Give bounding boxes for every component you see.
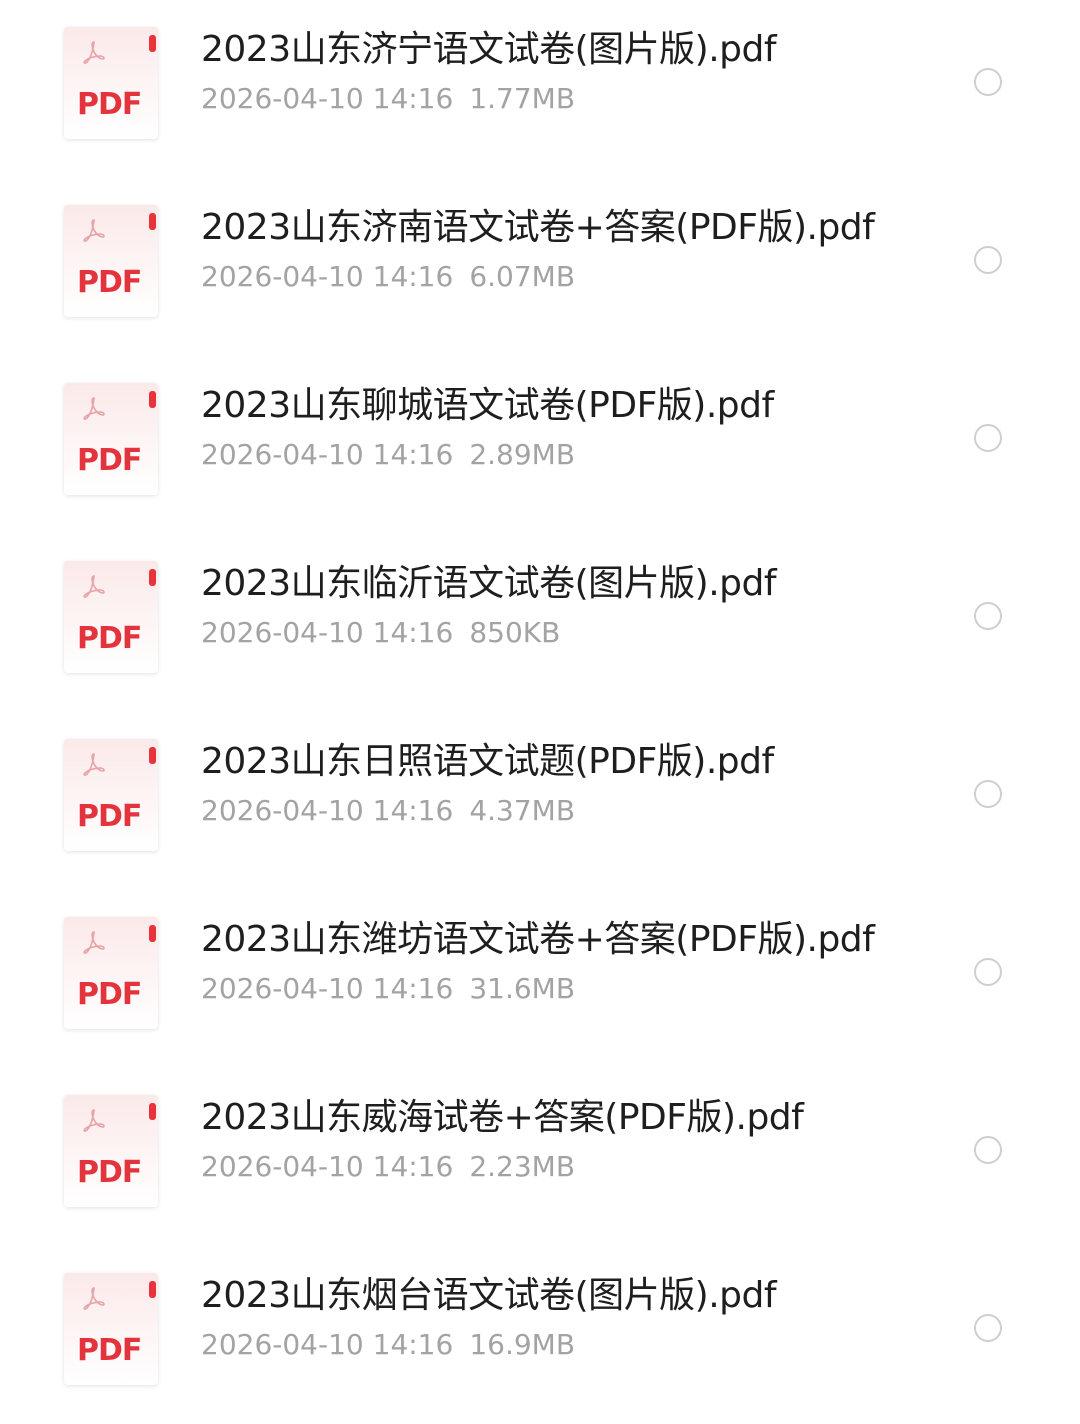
pdf-icon-label: PDF [77,1333,142,1368]
file-meta: 2026-04-10 14:16 2.89MB [201,438,575,471]
red-corner-mark [149,213,156,230]
file-name[interactable]: 2023山东临沂语文试卷(图片版).pdf [201,554,777,606]
acrobat-icon [83,41,105,64]
pdf-icon-label: PDF [77,1155,142,1190]
file-meta: 2026-04-10 14:16 31.6MB [201,972,575,1005]
file-meta: 2026-04-10 14:16 850KB [201,616,560,649]
red-corner-mark [149,747,156,764]
pdf-file-icon: PDF [64,205,158,317]
red-corner-mark [149,1103,156,1120]
file-date: 2026-04-10 14:16 [201,794,454,827]
select-radio[interactable] [974,424,1002,452]
file-date: 2026-04-10 14:16 [201,82,454,115]
select-radio[interactable] [974,958,1002,986]
file-name[interactable]: 2023山东济宁语文试卷(图片版).pdf [201,20,777,72]
file-name[interactable]: 2023山东潍坊语文试卷+答案(PDF版).pdf [201,910,875,962]
file-name[interactable]: 2023山东烟台语文试卷(图片版).pdf [201,1266,777,1318]
select-radio[interactable] [974,780,1002,808]
red-corner-mark [149,925,156,942]
pdf-icon-label: PDF [77,799,142,834]
select-radio[interactable] [974,1136,1002,1164]
pdf-icon-label: PDF [77,87,142,122]
acrobat-icon [83,397,105,420]
pdf-file-icon: PDF [64,1095,158,1207]
pdf-file-icon: PDF [64,1273,158,1385]
file-meta: 2026-04-10 14:16 16.9MB [201,1328,575,1361]
file-row[interactable]: PDF 2023山东临沂语文试卷(图片版).pdf 2026-04-10 14:… [0,534,1080,712]
file-date: 2026-04-10 14:16 [201,438,454,471]
file-row[interactable]: PDF 2023山东烟台语文试卷(图片版).pdf 2026-04-10 14:… [0,1246,1080,1424]
acrobat-icon [83,931,105,954]
file-name[interactable]: 2023山东聊城语文试卷(PDF版).pdf [201,376,774,428]
file-row[interactable]: PDF 2023山东济宁语文试卷(图片版).pdf 2026-04-10 14:… [0,0,1080,178]
file-size: 2.23MB [469,1150,576,1183]
pdf-file-icon: PDF [64,917,158,1029]
pdf-icon-label: PDF [77,977,142,1012]
file-row[interactable]: PDF 2023山东日照语文试题(PDF版).pdf 2026-04-10 14… [0,712,1080,890]
file-size: 2.89MB [469,438,576,471]
file-date: 2026-04-10 14:16 [201,260,454,293]
file-name[interactable]: 2023山东日照语文试题(PDF版).pdf [201,732,774,784]
file-size: 31.6MB [469,972,576,1005]
file-name[interactable]: 2023山东济南语文试卷+答案(PDF版).pdf [201,198,875,250]
select-radio[interactable] [974,602,1002,630]
red-corner-mark [149,569,156,586]
red-corner-mark [149,35,156,52]
select-radio[interactable] [974,246,1002,274]
file-meta: 2026-04-10 14:16 6.07MB [201,260,575,293]
pdf-icon-label: PDF [77,443,142,478]
file-date: 2026-04-10 14:16 [201,1150,454,1183]
file-row[interactable]: PDF 2023山东威海试卷+答案(PDF版).pdf 2026-04-10 1… [0,1068,1080,1246]
select-radio[interactable] [974,1314,1002,1342]
pdf-icon-label: PDF [77,621,142,656]
file-size: 4.37MB [469,794,576,827]
file-size: 16.9MB [469,1328,576,1361]
file-meta: 2026-04-10 14:16 2.23MB [201,1150,575,1183]
acrobat-icon [83,219,105,242]
acrobat-icon [83,1287,105,1310]
file-list: PDF 2023山东济宁语文试卷(图片版).pdf 2026-04-10 14:… [0,0,1080,1404]
file-row[interactable]: PDF 2023山东聊城语文试卷(PDF版).pdf 2026-04-10 14… [0,356,1080,534]
pdf-file-icon: PDF [64,561,158,673]
file-row[interactable]: PDF 2023山东济南语文试卷+答案(PDF版).pdf 2026-04-10… [0,178,1080,356]
file-date: 2026-04-10 14:16 [201,1328,454,1361]
pdf-file-icon: PDF [64,383,158,495]
acrobat-icon [83,753,105,776]
select-radio[interactable] [974,68,1002,96]
pdf-icon-label: PDF [77,265,142,300]
pdf-file-icon: PDF [64,739,158,851]
file-size: 6.07MB [469,260,576,293]
pdf-file-icon: PDF [64,27,158,139]
file-size: 1.77MB [469,82,576,115]
file-name[interactable]: 2023山东威海试卷+答案(PDF版).pdf [201,1088,804,1140]
file-meta: 2026-04-10 14:16 4.37MB [201,794,575,827]
acrobat-icon [83,575,105,598]
acrobat-icon [83,1109,105,1132]
file-date: 2026-04-10 14:16 [201,972,454,1005]
red-corner-mark [149,1281,156,1298]
red-corner-mark [149,391,156,408]
file-date: 2026-04-10 14:16 [201,616,454,649]
file-row[interactable]: PDF 2023山东潍坊语文试卷+答案(PDF版).pdf 2026-04-10… [0,890,1080,1068]
file-size: 850KB [469,616,561,649]
file-meta: 2026-04-10 14:16 1.77MB [201,82,575,115]
